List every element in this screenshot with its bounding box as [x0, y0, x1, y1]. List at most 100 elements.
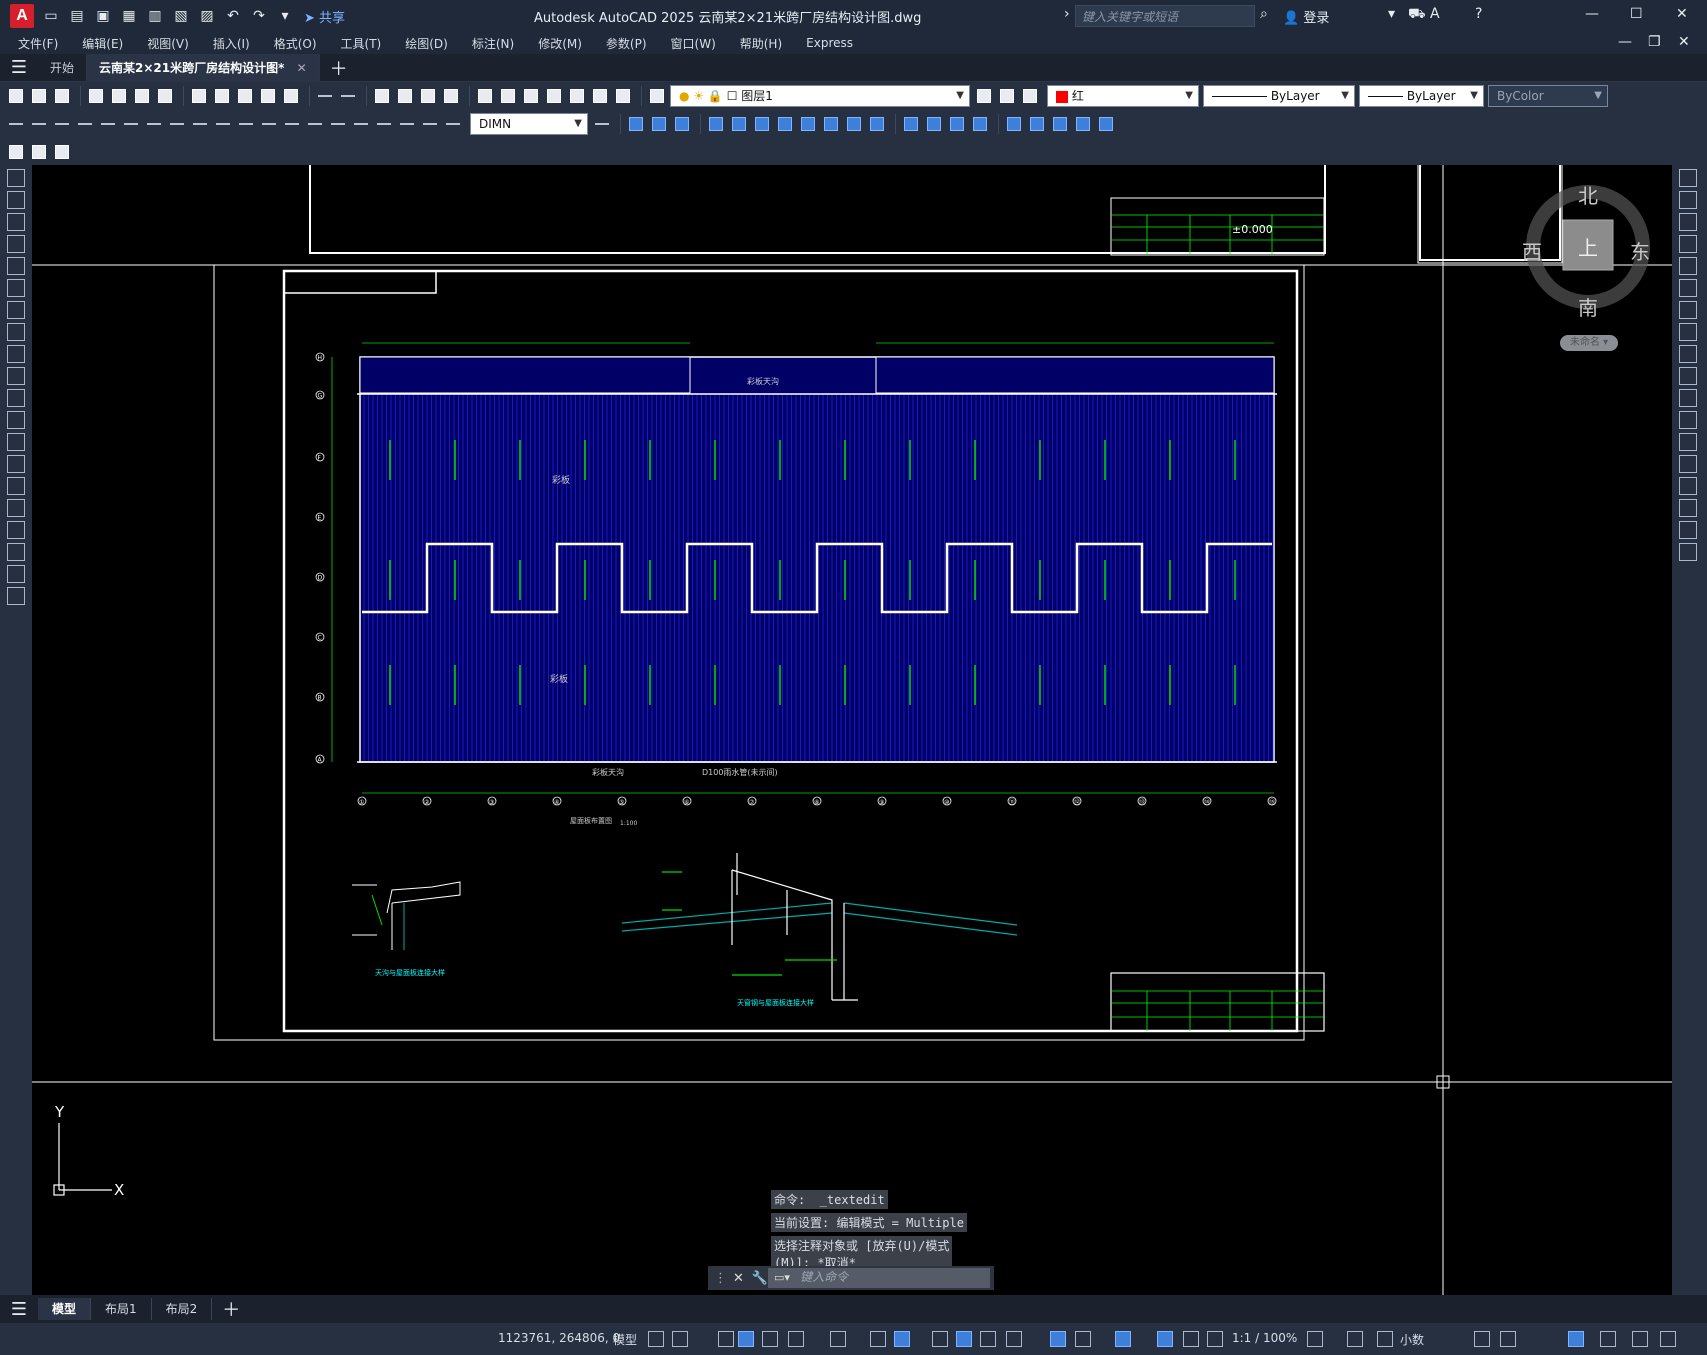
solid-interfere-icon[interactable] [798, 114, 818, 134]
undo-tb-icon[interactable] [315, 86, 335, 106]
publish-tb-icon[interactable] [132, 86, 152, 106]
shell-icon[interactable] [1073, 114, 1093, 134]
radius-dim-icon[interactable] [98, 114, 118, 134]
spline-icon[interactable] [7, 345, 25, 363]
trim-icon[interactable] [1679, 367, 1697, 385]
annotation-visibility-icon[interactable] [1157, 1331, 1173, 1347]
menu-express[interactable]: Express [806, 36, 853, 50]
calculator-icon[interactable] [590, 86, 610, 106]
linear-dim-icon[interactable] [6, 114, 26, 134]
zoom-window-icon[interactable] [418, 86, 438, 106]
ellipse-arc-icon[interactable] [7, 389, 25, 407]
quick-dim-icon[interactable] [190, 114, 210, 134]
new-file-icon[interactable]: ▭ [42, 7, 60, 25]
annotation-monitor-icon[interactable] [1347, 1331, 1363, 1347]
publish-icon[interactable]: ▥ [146, 7, 164, 25]
design-center-icon[interactable] [498, 86, 518, 106]
share-button[interactable]: ➤ 共享 [304, 7, 345, 26]
solid-section-icon[interactable] [821, 114, 841, 134]
save-tb-icon[interactable] [52, 86, 72, 106]
autodesk-account-icon[interactable]: A [1430, 6, 1440, 22]
make-current-layer-icon[interactable] [974, 86, 994, 106]
tab-model[interactable]: 模型 [38, 1298, 92, 1320]
add-tab-icon[interactable]: ＋ [330, 55, 348, 81]
tab-active-drawing[interactable]: 云南某2×21米跨厂房结构设计图* ✕ [87, 53, 320, 82]
menu-format[interactable]: 格式(O) [274, 35, 317, 52]
menu-file[interactable]: 文件(F) [18, 35, 58, 52]
maximize-icon[interactable]: ☐ [1630, 6, 1643, 22]
tab-start[interactable]: 开始 [38, 53, 88, 82]
model-space-button[interactable]: 模型 [613, 1331, 637, 1348]
move-faces-icon[interactable] [924, 114, 944, 134]
viewcube-east[interactable]: 东 [1630, 236, 1650, 265]
ordinate-dim-icon[interactable] [75, 114, 95, 134]
preview-icon[interactable] [109, 86, 129, 106]
doc-restore-icon[interactable]: ❐ [1648, 34, 1661, 50]
transparency-icon[interactable] [956, 1331, 972, 1347]
solid-extrude-icon[interactable] [649, 114, 669, 134]
tab-layout2[interactable]: 布局2 [152, 1298, 213, 1320]
center-mark-icon[interactable] [328, 114, 348, 134]
lineweight-icon[interactable] [932, 1331, 948, 1347]
rotate-icon[interactable] [1679, 301, 1697, 319]
minimize-icon[interactable]: — [1585, 6, 1599, 22]
save-icon[interactable]: ▣ [94, 7, 112, 25]
3d-osnap-icon[interactable] [1006, 1331, 1022, 1347]
menu-modify[interactable]: 修改(M) [538, 35, 582, 52]
isolate-objects-icon[interactable] [1568, 1331, 1584, 1347]
block-attribute-icon[interactable] [52, 142, 72, 162]
autocad-logo-icon[interactable]: A [10, 4, 34, 28]
blend-curves-icon[interactable] [1679, 521, 1697, 539]
baseline-dim-icon[interactable] [213, 114, 233, 134]
zoom-previous-icon[interactable] [441, 86, 461, 106]
selection-filter-icon[interactable] [1075, 1331, 1091, 1347]
break-at-point-icon[interactable] [1679, 411, 1697, 429]
auto-scale-icon[interactable] [1183, 1331, 1199, 1347]
offset-faces-icon[interactable] [947, 114, 967, 134]
plot-icon[interactable]: ▧ [172, 7, 190, 25]
redo-icon[interactable]: ↷ [250, 7, 268, 25]
arc-length-icon[interactable] [52, 114, 72, 134]
viewcube[interactable]: 北 南 东 西 上 [1520, 170, 1670, 360]
scale-icon[interactable] [1679, 323, 1697, 341]
solid-intersect-icon[interactable] [752, 114, 772, 134]
plot-tb-icon[interactable] [86, 86, 106, 106]
jogged-dim-icon[interactable] [121, 114, 141, 134]
construction-line-icon[interactable] [7, 191, 25, 209]
jogged-linear-icon[interactable] [374, 114, 394, 134]
solid-box-icon[interactable] [626, 114, 646, 134]
cart-icon[interactable]: ⛟ [1408, 6, 1426, 24]
linetype-dropdown[interactable]: ByLayer ▼ [1203, 85, 1355, 107]
line-tool-icon[interactable] [7, 169, 25, 187]
copy-edges-icon[interactable] [1004, 114, 1024, 134]
diameter-dim-icon[interactable] [144, 114, 164, 134]
block-editor-icon[interactable] [281, 86, 301, 106]
fillet-icon[interactable] [1679, 499, 1697, 517]
offset-icon[interactable] [1679, 235, 1697, 253]
object-snap-icon[interactable] [894, 1331, 910, 1347]
dimstyle-dropdown[interactable]: DIMN ▼ [470, 113, 588, 135]
close-command-line-icon[interactable]: ✕ [733, 1271, 744, 1286]
mirror-icon[interactable] [1679, 213, 1697, 231]
ellipse-icon[interactable] [7, 367, 25, 385]
extrude-faces-icon[interactable] [901, 114, 921, 134]
add-selected-icon[interactable] [7, 587, 25, 605]
customize-wrench-icon[interactable]: 🔧 [752, 1271, 768, 1286]
menu-insert[interactable]: 插入(I) [213, 35, 250, 52]
clean-screen-icon[interactable] [1632, 1331, 1648, 1347]
help-tb-icon[interactable] [613, 86, 633, 106]
solid-imprint-icon[interactable] [867, 114, 887, 134]
viewcube-west[interactable]: 西 [1522, 236, 1542, 265]
infer-constraints-icon[interactable] [718, 1331, 734, 1347]
continue-dim-icon[interactable] [236, 114, 256, 134]
aligned-dim-icon[interactable] [29, 114, 49, 134]
color-edges-icon[interactable] [1027, 114, 1047, 134]
menu-edit[interactable]: 编辑(E) [82, 35, 123, 52]
arc-icon[interactable] [7, 279, 25, 297]
paste-icon[interactable] [235, 86, 255, 106]
zoom-realtime-icon[interactable] [395, 86, 415, 106]
inspect-icon[interactable] [351, 114, 371, 134]
delete-faces-icon[interactable] [970, 114, 990, 134]
redo-tb-icon[interactable] [338, 86, 358, 106]
workspace-gear-icon[interactable] [1307, 1331, 1323, 1347]
